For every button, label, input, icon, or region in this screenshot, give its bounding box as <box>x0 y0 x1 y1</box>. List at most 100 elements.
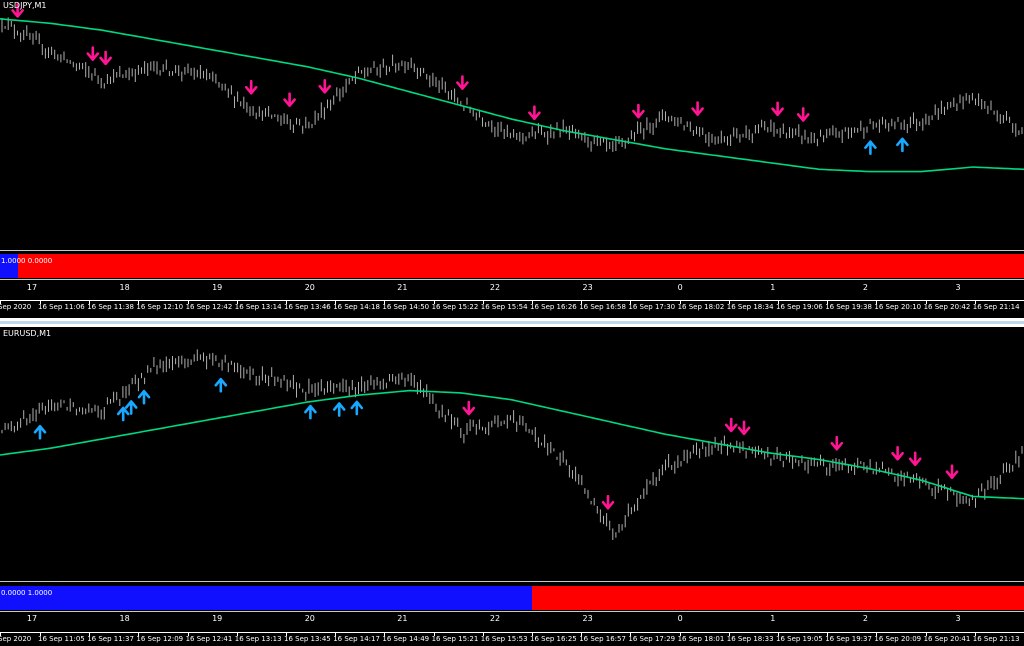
usdjpy-indicator-pane[interactable]: 1.0000 0.0000 <box>0 254 1024 278</box>
time-tick <box>827 633 829 636</box>
time-axis: Sep 2020 16 Sep 11:06 16 Sep 11:38 16 Sep 1… <box>0 300 1024 313</box>
time-tick <box>236 633 238 636</box>
time-label: Sep 2020 <box>0 635 32 643</box>
time-tick <box>679 301 681 304</box>
time-label: Sep 2020 <box>0 303 32 311</box>
eurusd-indicator-pane[interactable]: 0.0000 1.0000 <box>0 586 1024 610</box>
time-label: 16 Sep 11:37 <box>87 635 134 643</box>
hour-label: 21 <box>397 283 408 292</box>
usdjpy-price-pane[interactable]: USDJPY,M1 <box>0 0 1024 250</box>
time-label: 16 Sep 20:10 <box>874 303 922 311</box>
buy-arrow-icon <box>332 402 346 417</box>
sell-arrow-icon <box>462 400 476 416</box>
indicator-red-bar <box>18 254 1024 278</box>
hour-label: 22 <box>489 614 501 623</box>
time-label: 16 Sep 19:05 <box>776 635 823 643</box>
time-tick <box>89 633 91 636</box>
hour-axis: 17 18 19 20 21 22 23 0 1 2 3 <box>0 614 1024 624</box>
sell-arrow-icon <box>86 46 100 61</box>
sell-arrow-icon <box>724 417 738 433</box>
time-label: 16 Sep 12:10 <box>136 303 184 311</box>
time-tick <box>0 633 1 636</box>
time-tick <box>925 301 927 304</box>
time-tick <box>236 301 238 304</box>
time-label: 16 Sep 15:22 <box>431 303 479 311</box>
time-tick <box>0 301 1 304</box>
time-tick <box>89 301 91 304</box>
time-label: 16 Sep 14:50 <box>382 303 430 311</box>
time-tick <box>728 301 730 304</box>
time-label: 16 Sep 11:38 <box>87 303 134 311</box>
sell-arrow-icon <box>456 75 469 90</box>
eurusd-price-pane[interactable]: EURUSD,M1 <box>0 328 1024 580</box>
time-label: 16 Sep 13:46 <box>284 303 331 311</box>
time-tick <box>630 301 632 304</box>
usdjpy-price-chart[interactable] <box>0 0 1024 250</box>
window-separator[interactable] <box>0 318 1024 327</box>
hour-label: 18 <box>119 283 130 292</box>
buy-arrow-icon <box>116 406 130 422</box>
time-tick <box>876 633 878 636</box>
indicator-values: 0.0000 1.0000 <box>1 589 53 597</box>
hour-label: 19 <box>212 614 223 623</box>
time-tick <box>925 633 927 636</box>
hour-label: 23 <box>582 614 593 623</box>
time-label: 16 Sep 18:33 <box>726 635 774 643</box>
time-label: 16 Sep 20:41 <box>923 635 971 643</box>
sell-arrow-icon <box>691 101 704 116</box>
time-tick <box>384 301 386 304</box>
sell-arrow-icon <box>796 107 810 122</box>
sell-arrow-icon <box>601 494 615 510</box>
time-label: 16 Sep 19:37 <box>825 635 872 643</box>
time-tick <box>532 301 533 304</box>
time-tick <box>630 633 632 636</box>
eurusd-price-chart[interactable] <box>0 328 1024 580</box>
buy-arrow-icon <box>304 404 317 420</box>
time-tick <box>40 301 41 304</box>
indicator-values: 1.0000 0.0000 <box>1 257 53 265</box>
sell-arrow-icon <box>891 445 904 461</box>
time-tick <box>974 633 976 636</box>
hour-label: 17 <box>26 614 38 623</box>
time-tick <box>974 301 976 304</box>
time-tick <box>778 633 779 636</box>
hour-label: 0 <box>677 614 683 623</box>
time-tick <box>40 633 41 636</box>
time-label: 16 Sep 16:26 <box>530 303 577 311</box>
time-label: 16 Sep 11:06 <box>38 303 85 311</box>
time-tick <box>187 633 189 636</box>
time-label: 16 Sep 14:49 <box>382 635 430 643</box>
time-tick <box>335 633 337 636</box>
time-tick <box>187 301 189 304</box>
hour-label: 23 <box>582 283 593 292</box>
hour-label: 22 <box>489 283 501 292</box>
hour-label: 2 <box>862 614 868 623</box>
hour-label: 3 <box>955 614 961 623</box>
hour-label: 1 <box>770 614 776 623</box>
sell-arrow-icon <box>945 464 959 480</box>
hour-label: 17 <box>26 283 38 292</box>
time-label: 16 Sep 13:45 <box>284 635 331 643</box>
time-tick <box>728 633 730 636</box>
hour-label: 3 <box>955 283 961 292</box>
time-label: 16 Sep 15:21 <box>431 635 479 643</box>
time-tick <box>138 301 140 304</box>
buy-arrow-icon <box>864 140 877 155</box>
time-label: 16 Sep 12:09 <box>136 635 184 643</box>
sell-arrow-icon <box>632 103 645 119</box>
hour-label: 20 <box>304 614 315 623</box>
pane-divider <box>0 279 1024 280</box>
sell-arrow-icon <box>528 105 541 121</box>
time-label: 16 Sep 18:34 <box>726 303 774 311</box>
sell-arrow-icon <box>283 92 296 107</box>
hour-label: 1 <box>770 283 776 292</box>
sell-arrow-icon <box>908 451 922 467</box>
time-tick <box>433 633 435 636</box>
hour-label: 18 <box>119 614 130 623</box>
buy-arrow-icon <box>350 400 364 416</box>
time-tick <box>286 301 287 304</box>
time-tick <box>876 301 878 304</box>
symbol-title: USDJPY,M1 <box>3 1 47 10</box>
buy-arrow-icon <box>33 424 47 440</box>
time-label: 16 Sep 18:01 <box>677 635 725 643</box>
